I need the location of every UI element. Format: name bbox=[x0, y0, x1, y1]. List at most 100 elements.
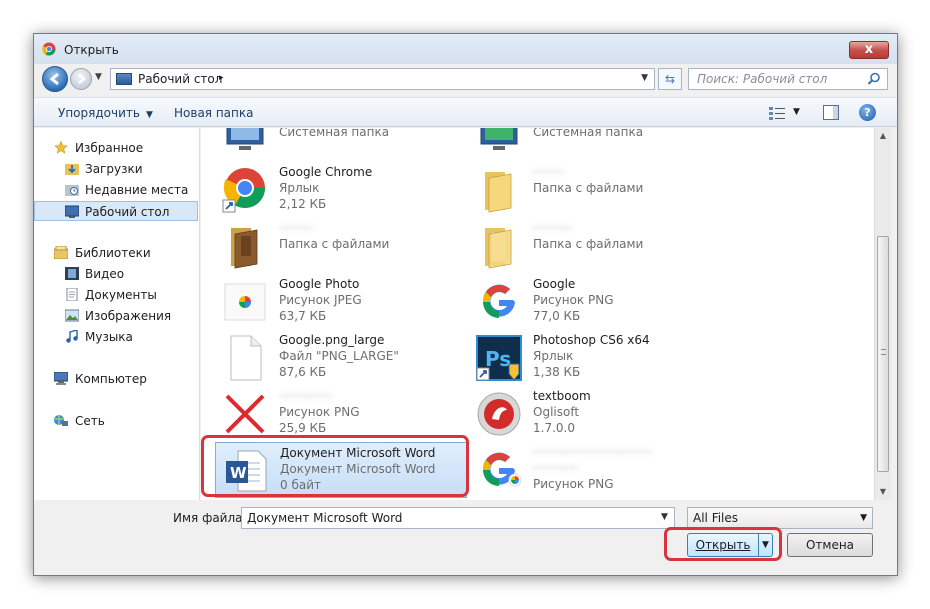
google-photos-image-icon bbox=[224, 283, 266, 321]
file-size: 25,9 КБ bbox=[279, 421, 327, 435]
sidebar-item-music[interactable]: Музыка bbox=[34, 327, 198, 347]
images-icon bbox=[65, 309, 79, 322]
search-box[interactable]: Поиск: Рабочий стол bbox=[688, 68, 888, 90]
sidebar-item-computer[interactable]: Компьютер bbox=[34, 369, 198, 389]
search-input[interactable]: Поиск: Рабочий стол bbox=[697, 72, 827, 86]
file-name: ·············· bbox=[279, 389, 333, 403]
scroll-up-icon[interactable]: ▲ bbox=[875, 128, 891, 144]
sidebar-item-downloads[interactable]: Загрузки bbox=[34, 159, 198, 179]
file-item-folder-1[interactable]: ········ Папка с файлами bbox=[469, 162, 721, 218]
file-size: 1.7.0.0 bbox=[533, 421, 575, 435]
arrow-left-icon bbox=[49, 72, 59, 86]
network-icon bbox=[54, 415, 68, 426]
sidebar-label-downloads: Загрузки bbox=[85, 162, 143, 176]
file-item-google-photo[interactable]: Google Photo Рисунок JPEG 63,7 КБ bbox=[215, 274, 467, 330]
file-size: 87,6 КБ bbox=[279, 365, 327, 379]
scrollbar-grip-icon bbox=[881, 349, 886, 355]
file-type-filter-value: All Files bbox=[693, 511, 739, 525]
file-item-google-image[interactable]: ······························· ········… bbox=[469, 442, 721, 498]
sidebar-item-images[interactable]: Изображения bbox=[34, 306, 198, 326]
file-name: Photoshop CS6 x64 bbox=[533, 333, 650, 347]
google-logo-icon bbox=[479, 282, 519, 322]
preview-pane-icon[interactable] bbox=[823, 105, 839, 120]
file-item-google-chrome[interactable]: Google Chrome Ярлык 2,12 КБ bbox=[215, 162, 467, 218]
chrome-icon bbox=[222, 168, 265, 213]
folder-icon bbox=[485, 172, 512, 213]
system-folder-icon bbox=[226, 128, 264, 150]
scroll-down-icon[interactable]: ▼ bbox=[875, 484, 891, 500]
address-separator-icon[interactable]: ▸ bbox=[219, 73, 224, 83]
cancel-button[interactable]: Отмена bbox=[787, 533, 873, 557]
file-type: Рисунок PNG bbox=[279, 405, 360, 419]
file-name: Google.png_large bbox=[279, 333, 385, 347]
file-item-system-folder-1[interactable]: Системная папка bbox=[215, 128, 467, 162]
computer-icon bbox=[480, 128, 518, 150]
recent-places-icon bbox=[65, 185, 79, 196]
sidebar-item-recent[interactable]: Недавние места bbox=[34, 180, 198, 200]
search-icon[interactable] bbox=[867, 72, 881, 86]
organize-button[interactable]: Упорядочить ▼ bbox=[58, 106, 153, 120]
sidebar-label-desktop: Рабочий стол bbox=[85, 205, 170, 219]
documents-icon bbox=[66, 288, 78, 301]
vertical-scrollbar[interactable]: ▲ ▼ bbox=[874, 128, 891, 500]
new-folder-button[interactable]: Новая папка bbox=[174, 106, 253, 120]
sidebar-label-libraries: Библиотеки bbox=[75, 246, 151, 260]
navigation-pane: Избранное Загрузки Недавние места Рабочи… bbox=[34, 128, 200, 500]
file-size: Рисунок PNG bbox=[533, 477, 614, 491]
file-item-system-folder-2[interactable]: Системная папка bbox=[469, 128, 721, 162]
filename-dropdown-icon[interactable]: ▼ bbox=[661, 512, 668, 522]
file-item-google[interactable]: Google Рисунок PNG 77,0 КБ bbox=[469, 274, 721, 330]
forward-button[interactable] bbox=[70, 68, 92, 90]
downloads-folder-icon bbox=[65, 164, 79, 175]
file-item-folder-2[interactable]: ········· Папка с файлами bbox=[215, 218, 467, 274]
file-type: Системная папка bbox=[279, 128, 390, 139]
navigation-bar: ▼ Рабочий стол ▸ ▼ ⇆ Поиск: Рабочий стол bbox=[40, 66, 893, 92]
sidebar-item-libraries[interactable]: Библиотеки bbox=[34, 243, 198, 263]
title-bar: Открыть x bbox=[34, 34, 897, 64]
help-icon[interactable]: ? bbox=[859, 104, 876, 121]
file-type: Рисунок JPEG bbox=[279, 293, 362, 307]
file-type: Файл "PNG_LARGE" bbox=[279, 349, 399, 363]
blank-file-icon bbox=[230, 335, 262, 381]
sidebar-label-recent: Недавние места bbox=[85, 183, 189, 197]
sidebar-item-favorites[interactable]: Избранное bbox=[34, 138, 198, 158]
highlight-open-button bbox=[664, 527, 782, 561]
google-logo-icon bbox=[479, 450, 522, 490]
close-button[interactable]: x bbox=[849, 41, 889, 59]
address-text[interactable]: Рабочий стол bbox=[138, 72, 222, 86]
sidebar-label-music: Музыка bbox=[85, 330, 133, 344]
libraries-icon bbox=[54, 246, 68, 259]
file-item-photoshop[interactable]: Ps Photoshop CS6 x64 Ярлык 1,38 КБ bbox=[469, 330, 721, 386]
music-icon bbox=[66, 330, 78, 343]
file-item-folder-3[interactable]: ·········· Папка с файлами bbox=[469, 218, 721, 274]
sidebar-item-video[interactable]: Видео bbox=[34, 264, 198, 284]
file-item-textboom[interactable]: textboom Oglisoft 1.7.0.0 bbox=[469, 386, 721, 442]
refresh-button[interactable]: ⇆ bbox=[658, 68, 682, 90]
view-options-icon[interactable] bbox=[769, 106, 785, 120]
file-name: ·········· bbox=[533, 221, 572, 235]
file-item-red-x-image[interactable]: ·············· Рисунок PNG 25,9 КБ bbox=[215, 386, 467, 442]
sidebar-item-network[interactable]: Сеть bbox=[34, 411, 198, 431]
address-dropdown-icon[interactable]: ▼ bbox=[641, 73, 648, 83]
scrollbar-thumb[interactable] bbox=[877, 236, 889, 472]
history-dropdown-icon[interactable]: ▼ bbox=[95, 72, 102, 82]
file-type: Папка с файлами bbox=[533, 237, 644, 251]
desktop-icon bbox=[116, 73, 132, 85]
organize-label: Упорядочить bbox=[58, 106, 140, 120]
sidebar-item-documents[interactable]: Документы bbox=[34, 285, 198, 305]
photoshop-icon: Ps bbox=[476, 335, 522, 381]
chevron-down-icon: ▼ bbox=[145, 110, 153, 120]
svg-text:Ps: Ps bbox=[485, 347, 511, 371]
sidebar-label-documents: Документы bbox=[85, 288, 157, 302]
file-item-google-png-large[interactable]: Google.png_large Файл "PNG_LARGE" 87,6 К… bbox=[215, 330, 467, 386]
file-type: ············ bbox=[533, 461, 579, 475]
file-name: Google Chrome bbox=[279, 165, 373, 179]
sidebar-label-video: Видео bbox=[85, 267, 125, 281]
sidebar-item-desktop[interactable]: Рабочий стол bbox=[34, 201, 198, 221]
view-dropdown-icon[interactable]: ▼ bbox=[793, 107, 800, 117]
address-bar[interactable]: Рабочий стол ▸ ▼ bbox=[110, 68, 655, 90]
back-button[interactable] bbox=[42, 66, 68, 92]
file-size: 77,0 КБ bbox=[533, 309, 581, 323]
filename-input[interactable]: Документ Microsoft Word bbox=[241, 507, 675, 529]
file-type-filter[interactable]: All Files ▼ bbox=[687, 507, 873, 529]
